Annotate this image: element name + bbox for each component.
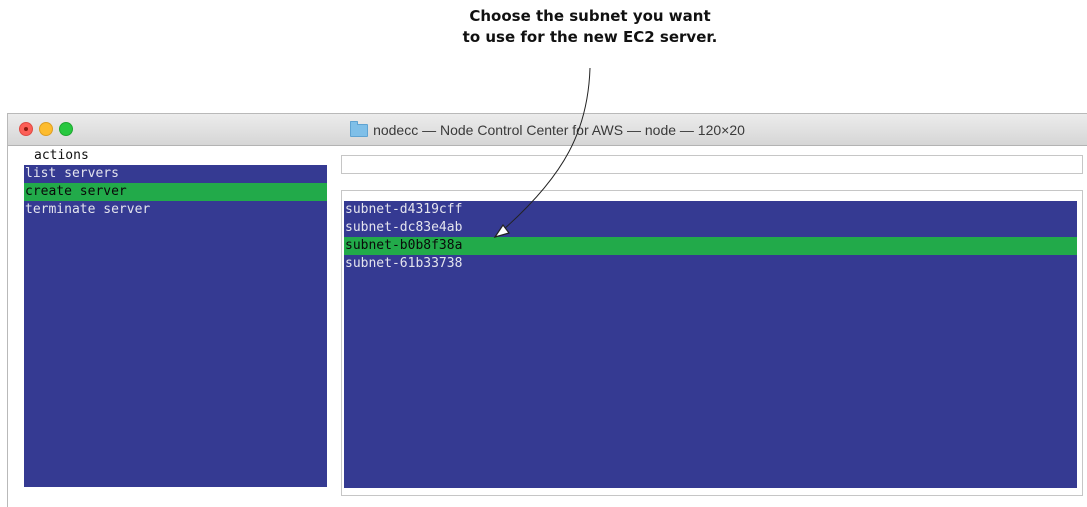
annotation-line-2: to use for the new EC2 server.: [462, 28, 718, 46]
subnet-list[interactable]: subnet-d4319cff subnet-dc83e4ab subnet-b…: [344, 201, 1077, 488]
action-item-list-servers[interactable]: list servers: [24, 165, 327, 183]
command-input[interactable]: [341, 155, 1083, 174]
action-item-terminate-server[interactable]: terminate server: [24, 201, 327, 219]
actions-list[interactable]: list servers create server terminate ser…: [24, 165, 327, 487]
subnet-item-selected[interactable]: subnet-b0b8f38a: [344, 237, 1077, 255]
action-item-create-server[interactable]: create server: [24, 183, 327, 201]
window-title: nodecc — Node Control Center for AWS — n…: [8, 121, 1087, 138]
window-title-text: nodecc — Node Control Center for AWS — n…: [373, 122, 745, 138]
terminal-window: nodecc — Node Control Center for AWS — n…: [7, 113, 1087, 507]
folder-icon: [350, 121, 369, 137]
annotation-line-1: Choose the subnet you want: [469, 7, 711, 25]
subnet-item[interactable]: subnet-d4319cff: [344, 201, 1077, 219]
subnet-item[interactable]: subnet-dc83e4ab: [344, 219, 1077, 237]
annotation-callout: Choose the subnet you want to use for th…: [420, 6, 760, 48]
title-bar[interactable]: nodecc — Node Control Center for AWS — n…: [8, 114, 1087, 146]
actions-panel-label: actions: [32, 147, 91, 165]
subnet-item[interactable]: subnet-61b33738: [344, 255, 1077, 273]
